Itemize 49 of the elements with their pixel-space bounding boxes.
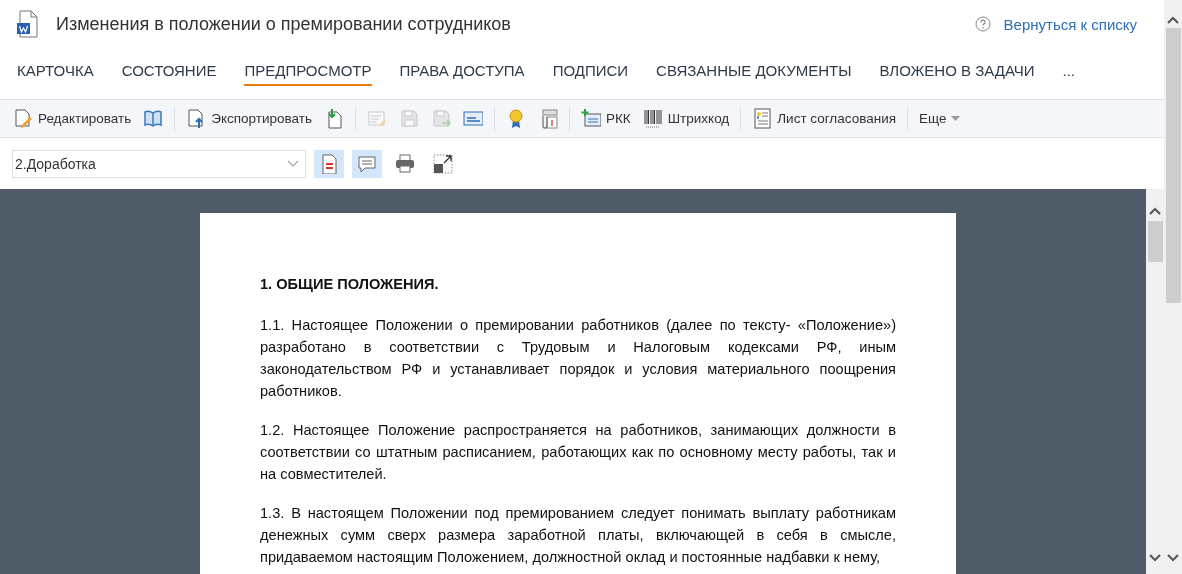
- award-ribbon-icon: [506, 108, 526, 129]
- word-document-icon: [16, 10, 38, 38]
- text-field-icon: [463, 108, 483, 129]
- scroll-up-icon[interactable]: [1167, 16, 1179, 24]
- scroll-up-icon[interactable]: [1149, 207, 1161, 215]
- tab[interactable]: КАРТОЧКА: [17, 56, 94, 86]
- document-paragraph: 1.3. В настоящем Положении под премированием следует понимать выплату работникам денежных сумм сверх размера заработной платы, включающей в себя в смысле, придаваемом настоящим Положением, должностной оклад и постоянные надбавки к нему,: [260, 504, 896, 567]
- document-title: Изменения в положении о премировании сотрудников: [56, 13, 511, 35]
- scroll-down-icon[interactable]: [1149, 554, 1161, 562]
- help-icon[interactable]: [974, 16, 991, 32]
- save-icon: [399, 108, 419, 129]
- approval-sheet-icon: [752, 108, 773, 129]
- chevron-down-icon: [287, 159, 299, 168]
- toolbar-button[interactable]: Штрихкод: [637, 105, 735, 132]
- tab[interactable]: ПРЕДПРОСМОТР: [244, 56, 372, 86]
- barcode-icon: [642, 108, 663, 129]
- document-icon: [319, 153, 339, 174]
- save-as-icon: [431, 108, 451, 129]
- add-card-icon: [581, 108, 601, 129]
- document-toggle[interactable]: [314, 149, 344, 178]
- edit-document-icon: [13, 108, 33, 129]
- book-icon: [143, 108, 164, 129]
- toolbar-button[interactable]: Редактировать: [8, 105, 137, 132]
- tab[interactable]: ПОДПИСИ: [552, 56, 629, 86]
- caret-icon: [951, 115, 961, 122]
- tab[interactable]: ...: [1062, 56, 1076, 86]
- toolbar-button[interactable]: Экспортировать: [181, 105, 317, 132]
- toolbar-button[interactable]: Лист согласования: [747, 105, 901, 132]
- tab[interactable]: СОСТОЯНИЕ: [121, 56, 217, 86]
- document-heading: 1. ОБЩИЕ ПОЛОЖЕНИЯ.: [260, 275, 440, 294]
- expand-icon: [433, 153, 453, 174]
- scrollbar-thumb[interactable]: [1147, 221, 1163, 262]
- edit-lines-icon: [367, 108, 387, 129]
- version-select[interactable]: 2.Доработка: [12, 149, 306, 178]
- print-icon: [395, 153, 415, 174]
- toolbar-button[interactable]: РКК: [576, 105, 636, 132]
- comment-toggle[interactable]: [352, 149, 382, 178]
- comment-icon: [357, 153, 377, 174]
- back-to-list-link[interactable]: Вернуться к списку: [1003, 15, 1137, 33]
- document-paragraph: 1.1. Настоящее Положении о премировании работников (далее по тексту- «Положение») разработано в соответствии с Трудовым и Налоговым кодексами РФ, иным законодательством РФ и устанавливает порядок и условия материального поощрения работников.: [260, 316, 896, 401]
- scrollbar[interactable]: [1146, 189, 1164, 574]
- tab[interactable]: СВЯЗАННЫЕ ДОКУМЕНТЫ: [656, 56, 852, 86]
- scrollbar[interactable]: [1164, 0, 1182, 574]
- more-dropdown-button[interactable]: Еще: [914, 108, 966, 129]
- document-paragraph: 1.2. Настоящее Положение распространяется на работников, занимающих должности в соответствии со штатным расписанием, работающих как по основному месту работы, так и на совместителей.: [260, 421, 896, 484]
- scrollbar-thumb[interactable]: [1165, 28, 1181, 303]
- tab[interactable]: ВЛОЖЕНО В ЗАДАЧИ: [879, 56, 1035, 86]
- scroll-down-icon[interactable]: [1167, 554, 1179, 562]
- tab[interactable]: ПРАВА ДОСТУПА: [399, 56, 525, 86]
